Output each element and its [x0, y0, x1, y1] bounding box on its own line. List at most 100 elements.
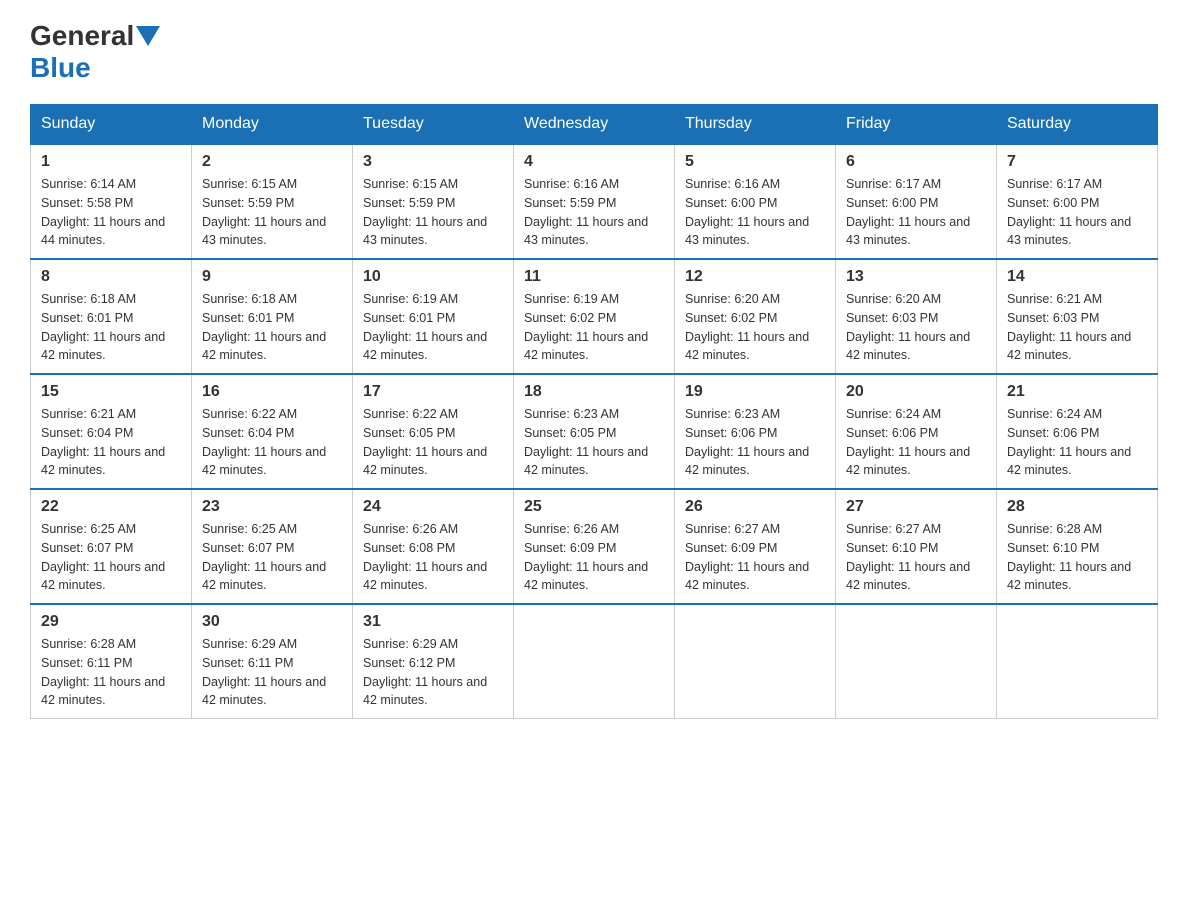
day-of-week-header: Monday	[192, 105, 353, 145]
day-info: Sunrise: 6:17 AM Sunset: 6:00 PM Dayligh…	[846, 175, 986, 250]
day-number: 4	[524, 153, 664, 171]
day-number: 22	[41, 498, 181, 516]
day-number: 5	[685, 153, 825, 171]
day-number: 31	[363, 613, 503, 631]
day-number: 12	[685, 268, 825, 286]
calendar-day-cell: 8 Sunrise: 6:18 AM Sunset: 6:01 PM Dayli…	[31, 259, 192, 374]
day-info: Sunrise: 6:19 AM Sunset: 6:01 PM Dayligh…	[363, 290, 503, 365]
logo-general-text: General	[30, 20, 134, 52]
calendar-day-cell: 12 Sunrise: 6:20 AM Sunset: 6:02 PM Dayl…	[675, 259, 836, 374]
calendar-week-row: 22 Sunrise: 6:25 AM Sunset: 6:07 PM Dayl…	[31, 489, 1158, 604]
day-info: Sunrise: 6:18 AM Sunset: 6:01 PM Dayligh…	[41, 290, 181, 365]
day-info: Sunrise: 6:27 AM Sunset: 6:09 PM Dayligh…	[685, 520, 825, 595]
calendar-table: SundayMondayTuesdayWednesdayThursdayFrid…	[30, 104, 1158, 719]
day-info: Sunrise: 6:22 AM Sunset: 6:05 PM Dayligh…	[363, 405, 503, 480]
day-number: 8	[41, 268, 181, 286]
calendar-day-cell: 25 Sunrise: 6:26 AM Sunset: 6:09 PM Dayl…	[514, 489, 675, 604]
calendar-day-cell: 22 Sunrise: 6:25 AM Sunset: 6:07 PM Dayl…	[31, 489, 192, 604]
day-number: 1	[41, 153, 181, 171]
day-number: 6	[846, 153, 986, 171]
day-info: Sunrise: 6:14 AM Sunset: 5:58 PM Dayligh…	[41, 175, 181, 250]
calendar-day-cell: 2 Sunrise: 6:15 AM Sunset: 5:59 PM Dayli…	[192, 144, 353, 259]
day-number: 24	[363, 498, 503, 516]
day-number: 21	[1007, 383, 1147, 401]
day-info: Sunrise: 6:15 AM Sunset: 5:59 PM Dayligh…	[363, 175, 503, 250]
day-of-week-header: Tuesday	[353, 105, 514, 145]
day-number: 3	[363, 153, 503, 171]
calendar-day-cell: 1 Sunrise: 6:14 AM Sunset: 5:58 PM Dayli…	[31, 144, 192, 259]
calendar-day-cell: 31 Sunrise: 6:29 AM Sunset: 6:12 PM Dayl…	[353, 604, 514, 719]
day-number: 9	[202, 268, 342, 286]
calendar-day-cell	[675, 604, 836, 719]
day-number: 11	[524, 268, 664, 286]
day-info: Sunrise: 6:26 AM Sunset: 6:09 PM Dayligh…	[524, 520, 664, 595]
calendar-day-cell: 14 Sunrise: 6:21 AM Sunset: 6:03 PM Dayl…	[997, 259, 1158, 374]
day-info: Sunrise: 6:25 AM Sunset: 6:07 PM Dayligh…	[41, 520, 181, 595]
day-info: Sunrise: 6:24 AM Sunset: 6:06 PM Dayligh…	[846, 405, 986, 480]
day-info: Sunrise: 6:23 AM Sunset: 6:05 PM Dayligh…	[524, 405, 664, 480]
calendar-day-cell: 5 Sunrise: 6:16 AM Sunset: 6:00 PM Dayli…	[675, 144, 836, 259]
day-number: 29	[41, 613, 181, 631]
day-info: Sunrise: 6:15 AM Sunset: 5:59 PM Dayligh…	[202, 175, 342, 250]
calendar-day-cell: 26 Sunrise: 6:27 AM Sunset: 6:09 PM Dayl…	[675, 489, 836, 604]
logo-blue-text: Blue	[30, 52, 91, 83]
calendar-day-cell	[514, 604, 675, 719]
day-info: Sunrise: 6:27 AM Sunset: 6:10 PM Dayligh…	[846, 520, 986, 595]
day-info: Sunrise: 6:21 AM Sunset: 6:04 PM Dayligh…	[41, 405, 181, 480]
calendar-day-cell	[836, 604, 997, 719]
day-info: Sunrise: 6:21 AM Sunset: 6:03 PM Dayligh…	[1007, 290, 1147, 365]
day-info: Sunrise: 6:28 AM Sunset: 6:11 PM Dayligh…	[41, 635, 181, 710]
calendar-day-cell: 15 Sunrise: 6:21 AM Sunset: 6:04 PM Dayl…	[31, 374, 192, 489]
day-info: Sunrise: 6:22 AM Sunset: 6:04 PM Dayligh…	[202, 405, 342, 480]
calendar-day-cell: 23 Sunrise: 6:25 AM Sunset: 6:07 PM Dayl…	[192, 489, 353, 604]
calendar-day-cell: 4 Sunrise: 6:16 AM Sunset: 5:59 PM Dayli…	[514, 144, 675, 259]
calendar-day-cell: 16 Sunrise: 6:22 AM Sunset: 6:04 PM Dayl…	[192, 374, 353, 489]
day-info: Sunrise: 6:25 AM Sunset: 6:07 PM Dayligh…	[202, 520, 342, 595]
day-info: Sunrise: 6:17 AM Sunset: 6:00 PM Dayligh…	[1007, 175, 1147, 250]
calendar-week-row: 15 Sunrise: 6:21 AM Sunset: 6:04 PM Dayl…	[31, 374, 1158, 489]
day-number: 23	[202, 498, 342, 516]
calendar-week-row: 1 Sunrise: 6:14 AM Sunset: 5:58 PM Dayli…	[31, 144, 1158, 259]
day-number: 10	[363, 268, 503, 286]
calendar-day-cell: 30 Sunrise: 6:29 AM Sunset: 6:11 PM Dayl…	[192, 604, 353, 719]
calendar-day-cell: 11 Sunrise: 6:19 AM Sunset: 6:02 PM Dayl…	[514, 259, 675, 374]
calendar-day-cell: 19 Sunrise: 6:23 AM Sunset: 6:06 PM Dayl…	[675, 374, 836, 489]
day-info: Sunrise: 6:16 AM Sunset: 5:59 PM Dayligh…	[524, 175, 664, 250]
logo: General Blue	[30, 20, 162, 84]
calendar-day-cell: 9 Sunrise: 6:18 AM Sunset: 6:01 PM Dayli…	[192, 259, 353, 374]
calendar-week-row: 8 Sunrise: 6:18 AM Sunset: 6:01 PM Dayli…	[31, 259, 1158, 374]
day-number: 15	[41, 383, 181, 401]
calendar-header-row: SundayMondayTuesdayWednesdayThursdayFrid…	[31, 105, 1158, 145]
calendar-day-cell: 13 Sunrise: 6:20 AM Sunset: 6:03 PM Dayl…	[836, 259, 997, 374]
day-of-week-header: Friday	[836, 105, 997, 145]
day-number: 17	[363, 383, 503, 401]
day-info: Sunrise: 6:29 AM Sunset: 6:11 PM Dayligh…	[202, 635, 342, 710]
day-info: Sunrise: 6:20 AM Sunset: 6:03 PM Dayligh…	[846, 290, 986, 365]
day-number: 14	[1007, 268, 1147, 286]
calendar-day-cell: 17 Sunrise: 6:22 AM Sunset: 6:05 PM Dayl…	[353, 374, 514, 489]
day-number: 25	[524, 498, 664, 516]
day-info: Sunrise: 6:24 AM Sunset: 6:06 PM Dayligh…	[1007, 405, 1147, 480]
calendar-week-row: 29 Sunrise: 6:28 AM Sunset: 6:11 PM Dayl…	[31, 604, 1158, 719]
day-number: 27	[846, 498, 986, 516]
calendar-day-cell: 20 Sunrise: 6:24 AM Sunset: 6:06 PM Dayl…	[836, 374, 997, 489]
day-number: 30	[202, 613, 342, 631]
day-info: Sunrise: 6:23 AM Sunset: 6:06 PM Dayligh…	[685, 405, 825, 480]
calendar-day-cell: 18 Sunrise: 6:23 AM Sunset: 6:05 PM Dayl…	[514, 374, 675, 489]
calendar-day-cell: 6 Sunrise: 6:17 AM Sunset: 6:00 PM Dayli…	[836, 144, 997, 259]
calendar-day-cell: 10 Sunrise: 6:19 AM Sunset: 6:01 PM Dayl…	[353, 259, 514, 374]
day-number: 16	[202, 383, 342, 401]
day-number: 19	[685, 383, 825, 401]
page-header: General Blue	[30, 20, 1158, 84]
calendar-day-cell: 28 Sunrise: 6:28 AM Sunset: 6:10 PM Dayl…	[997, 489, 1158, 604]
calendar-day-cell: 3 Sunrise: 6:15 AM Sunset: 5:59 PM Dayli…	[353, 144, 514, 259]
day-number: 26	[685, 498, 825, 516]
calendar-day-cell: 27 Sunrise: 6:27 AM Sunset: 6:10 PM Dayl…	[836, 489, 997, 604]
day-info: Sunrise: 6:28 AM Sunset: 6:10 PM Dayligh…	[1007, 520, 1147, 595]
day-info: Sunrise: 6:26 AM Sunset: 6:08 PM Dayligh…	[363, 520, 503, 595]
day-info: Sunrise: 6:20 AM Sunset: 6:02 PM Dayligh…	[685, 290, 825, 365]
calendar-day-cell: 24 Sunrise: 6:26 AM Sunset: 6:08 PM Dayl…	[353, 489, 514, 604]
day-number: 7	[1007, 153, 1147, 171]
day-of-week-header: Saturday	[997, 105, 1158, 145]
day-info: Sunrise: 6:16 AM Sunset: 6:00 PM Dayligh…	[685, 175, 825, 250]
